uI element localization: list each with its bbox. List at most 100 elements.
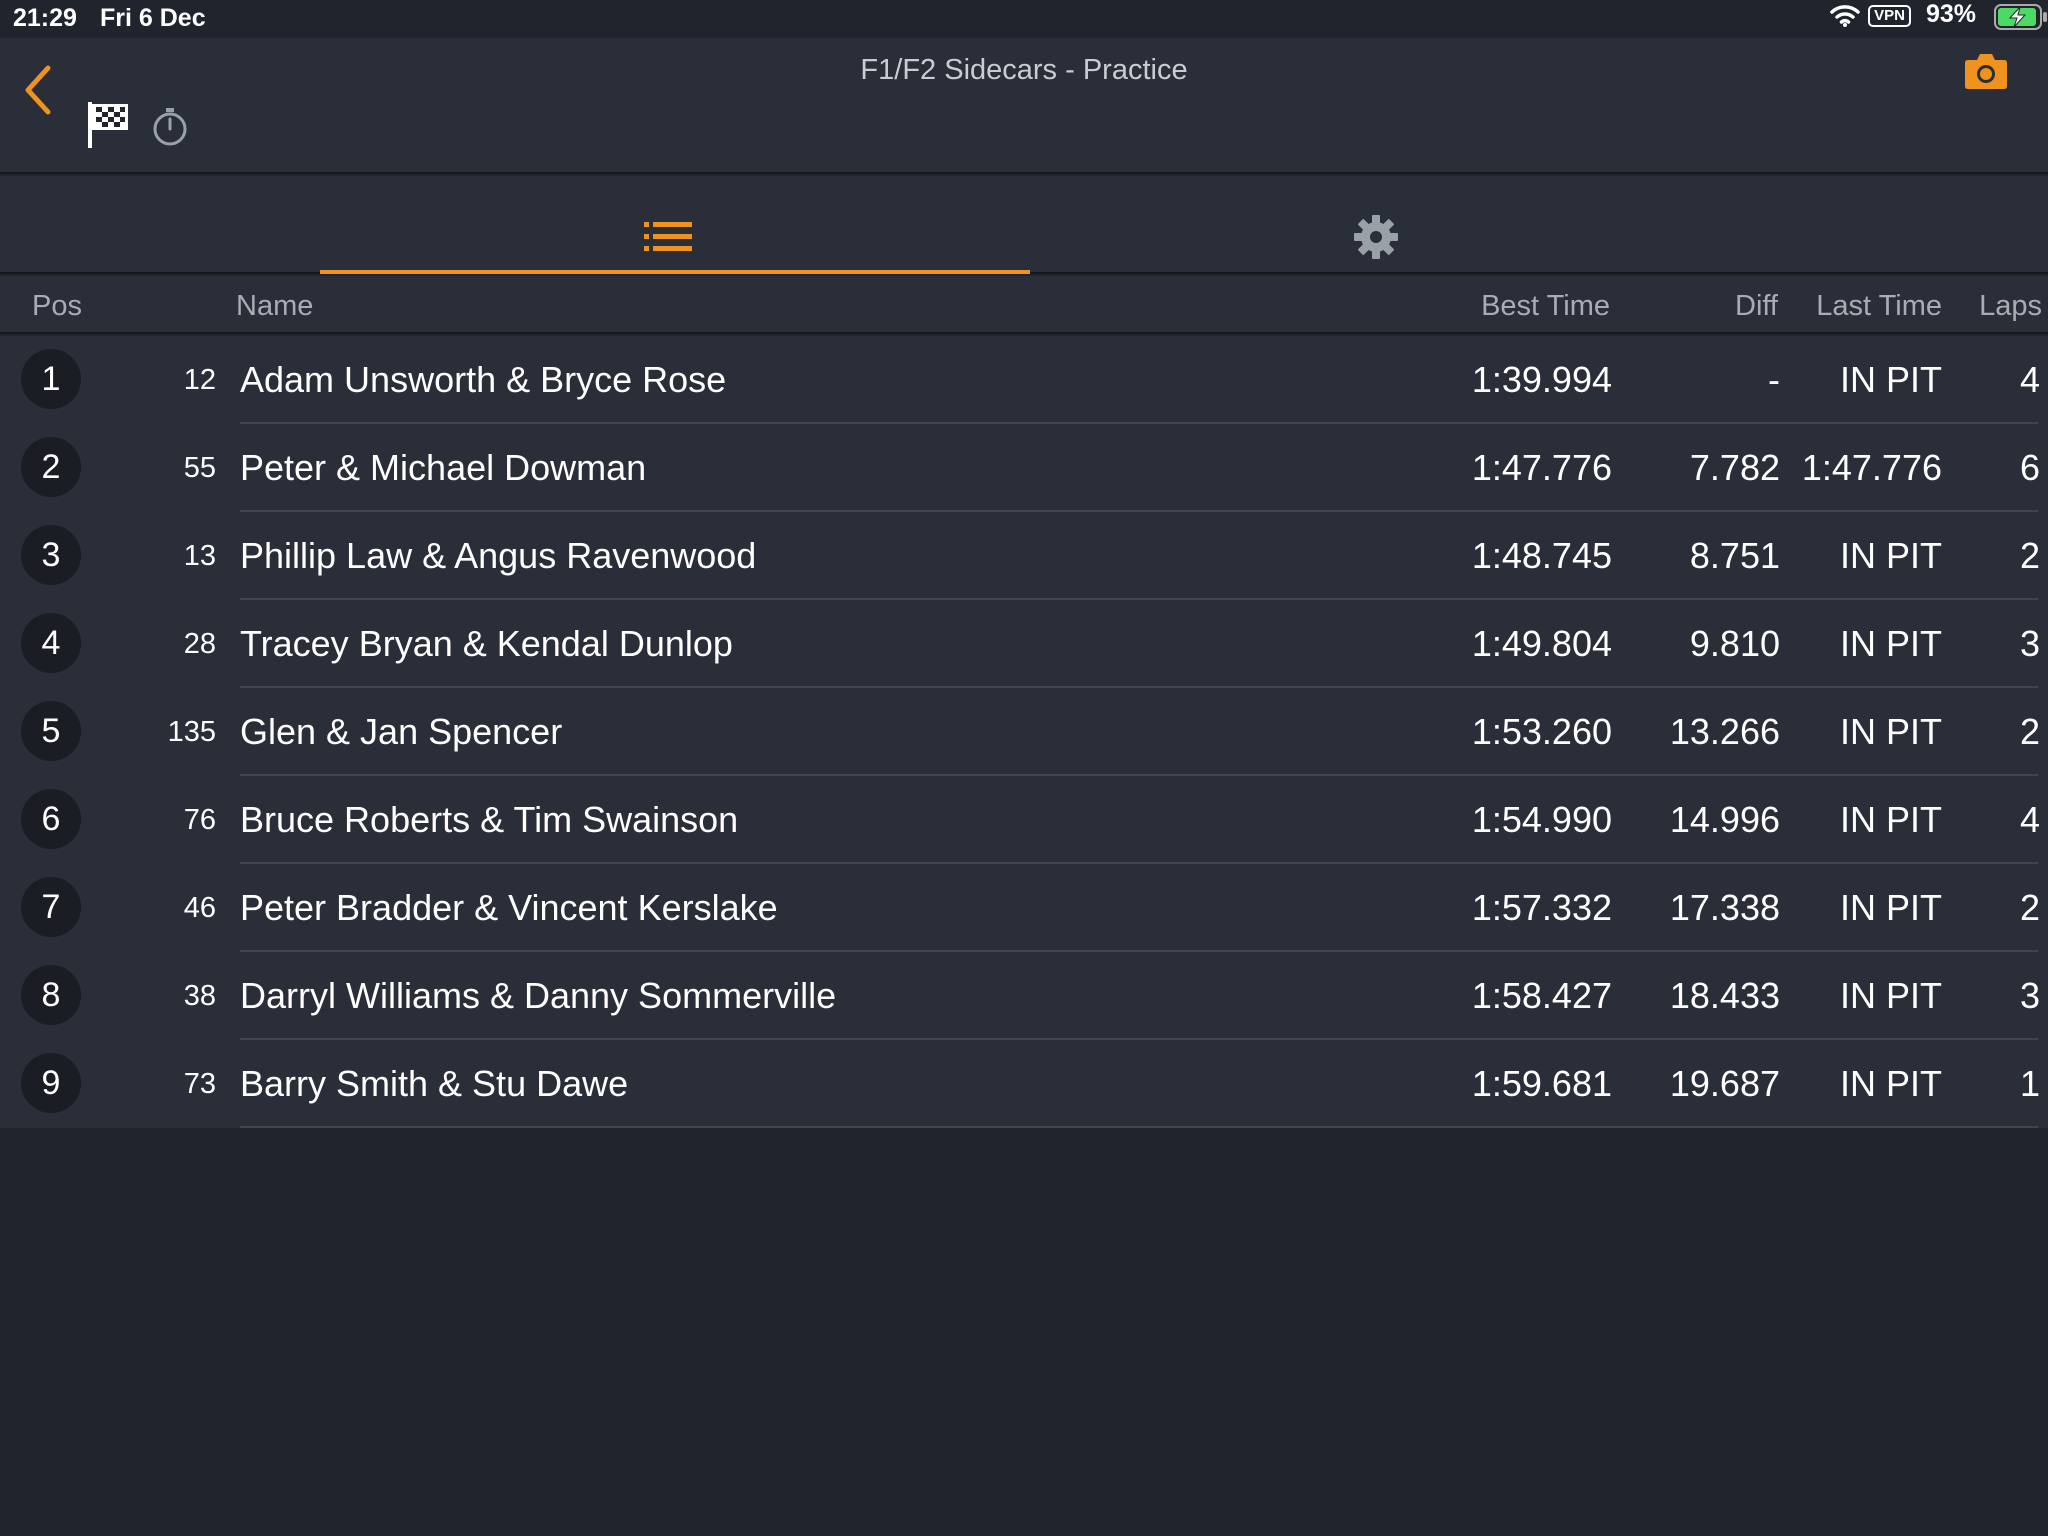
laps-count: 4 <box>2019 359 2040 400</box>
diff-time: 13.266 <box>1669 711 1780 752</box>
diff-time: 18.433 <box>1669 975 1780 1016</box>
diff-time: - <box>1768 359 1780 400</box>
camera-icon <box>1965 54 2007 89</box>
active-tab-indicator <box>320 270 1030 274</box>
vpn-badge: VPN <box>1868 5 1911 27</box>
best-time: 1:49.804 <box>1471 623 1612 664</box>
diff-time: 8.751 <box>1689 535 1780 576</box>
gear-icon <box>1354 215 1398 259</box>
wifi-icon <box>1830 4 1860 33</box>
table-row[interactable]: 8 38 Darryl Williams & Danny Sommerville… <box>0 952 2048 1040</box>
rider-names: Peter Bradder & Vincent Kerslake <box>240 887 778 928</box>
best-time: 1:53.260 <box>1471 711 1612 752</box>
checkered-flag-icon[interactable] <box>86 100 130 155</box>
last-time: IN PIT <box>1839 711 1942 752</box>
status-time: 21:29 <box>13 4 77 32</box>
position-badge: 7 <box>21 877 81 937</box>
position-badge: 4 <box>21 613 81 673</box>
laps-count: 1 <box>2019 1063 2040 1104</box>
rider-names: Peter & Michael Dowman <box>240 447 647 488</box>
rider-names: Glen & Jan Spencer <box>240 711 563 752</box>
rider-names: Phillip Law & Angus Ravenwood <box>240 535 757 576</box>
race-number: 76 <box>183 804 216 836</box>
best-time: 1:54.990 <box>1471 799 1612 840</box>
position-badge: 6 <box>21 789 81 849</box>
best-time: 1:58.427 <box>1471 975 1612 1016</box>
position-badge: 2 <box>21 437 81 497</box>
column-header-best-time[interactable]: Best Time <box>1481 290 1610 323</box>
table-row[interactable]: 5 135 Glen & Jan Spencer 1:53.260 13.266… <box>0 688 2048 776</box>
best-time: 1:47.776 <box>1471 447 1612 488</box>
diff-time: 9.810 <box>1689 623 1780 664</box>
diff-time: 17.338 <box>1669 887 1780 928</box>
race-number: 38 <box>183 980 216 1012</box>
status-bar: 21:29 Fri 6 Dec VPN 93% <box>0 0 2048 38</box>
stopwatch-icon[interactable] <box>150 106 190 153</box>
last-time: IN PIT <box>1839 623 1942 664</box>
laps-count: 4 <box>2019 799 2040 840</box>
last-time: 1:47.776 <box>1801 447 1942 488</box>
race-number: 46 <box>183 892 216 924</box>
table-row[interactable]: 3 13 Phillip Law & Angus Ravenwood 1:48.… <box>0 512 2048 600</box>
table-row[interactable]: 4 28 Tracey Bryan & Kendal Dunlop 1:49.8… <box>0 600 2048 688</box>
race-number: 13 <box>183 540 216 572</box>
rider-names: Bruce Roberts & Tim Swainson <box>240 799 739 840</box>
laps-count: 3 <box>2019 975 2040 1016</box>
last-time: IN PIT <box>1839 799 1942 840</box>
last-time: IN PIT <box>1839 975 1942 1016</box>
race-number: 73 <box>183 1068 216 1100</box>
diff-time: 7.782 <box>1689 447 1780 488</box>
last-time: IN PIT <box>1839 1063 1942 1104</box>
race-number: 135 <box>167 716 216 748</box>
column-header-name[interactable]: Name <box>236 290 313 323</box>
laps-count: 3 <box>2019 623 2040 664</box>
position-badge: 9 <box>21 1053 81 1113</box>
table-row[interactable]: 7 46 Peter Bradder & Vincent Kerslake 1:… <box>0 864 2048 952</box>
tab-settings[interactable] <box>1030 176 1720 274</box>
rider-names: Adam Unsworth & Bryce Rose <box>240 359 727 400</box>
laps-count: 2 <box>2019 711 2040 752</box>
table-row[interactable]: 6 76 Bruce Roberts & Tim Swainson 1:54.9… <box>0 776 2048 864</box>
last-time: IN PIT <box>1839 535 1942 576</box>
column-header-diff[interactable]: Diff <box>1735 290 1778 323</box>
position-badge: 3 <box>21 525 81 585</box>
position-badge: 1 <box>21 349 81 409</box>
best-time: 1:59.681 <box>1471 1063 1612 1104</box>
last-time: IN PIT <box>1839 359 1942 400</box>
page-title: F1/F2 Sidecars - Practice <box>860 54 1188 86</box>
position-badge: 8 <box>21 965 81 1025</box>
table-row[interactable]: 1 12 Adam Unsworth & Bryce Rose 1:39.994… <box>0 336 2048 424</box>
results-table-header: Pos Name Best Time Diff Last Time Laps <box>0 276 2048 334</box>
column-header-laps[interactable]: Laps <box>1979 290 2042 323</box>
battery-charging-icon <box>1994 4 2048 35</box>
rider-names: Tracey Bryan & Kendal Dunlop <box>240 623 733 664</box>
position-badge: 5 <box>21 701 81 761</box>
battery-percent: 93% <box>1925 0 1976 28</box>
best-time: 1:48.745 <box>1471 535 1612 576</box>
list-icon <box>644 222 692 251</box>
diff-time: 19.687 <box>1669 1063 1780 1104</box>
results-table: 1 12 Adam Unsworth & Bryce Rose 1:39.994… <box>0 336 2048 1128</box>
rider-names: Darryl Williams & Danny Sommerville <box>240 975 837 1016</box>
laps-count: 2 <box>2019 887 2040 928</box>
column-header-last-time[interactable]: Last Time <box>1816 290 1942 323</box>
row-divider <box>240 1126 2038 1128</box>
race-number: 55 <box>183 452 216 484</box>
column-header-pos[interactable]: Pos <box>32 290 82 323</box>
tab-results-list[interactable] <box>320 176 1030 274</box>
best-time: 1:39.994 <box>1471 359 1612 400</box>
race-number: 28 <box>183 628 216 660</box>
table-row[interactable]: 9 73 Barry Smith & Stu Dawe 1:59.681 19.… <box>0 1040 2048 1128</box>
race-number: 12 <box>183 364 216 396</box>
camera-button[interactable] <box>1964 52 2008 95</box>
last-time: IN PIT <box>1839 887 1942 928</box>
best-time: 1:57.332 <box>1471 887 1612 928</box>
nav-header: F1/F2 Sidecars - Practice <box>0 38 2048 174</box>
table-row[interactable]: 2 55 Peter & Michael Dowman 1:47.776 7.7… <box>0 424 2048 512</box>
rider-names: Barry Smith & Stu Dawe <box>240 1063 629 1104</box>
laps-count: 2 <box>2019 535 2040 576</box>
laps-count: 6 <box>2019 447 2040 488</box>
status-date: Fri 6 Dec <box>100 4 206 32</box>
tab-bar <box>0 176 2048 274</box>
diff-time: 14.996 <box>1669 799 1780 840</box>
